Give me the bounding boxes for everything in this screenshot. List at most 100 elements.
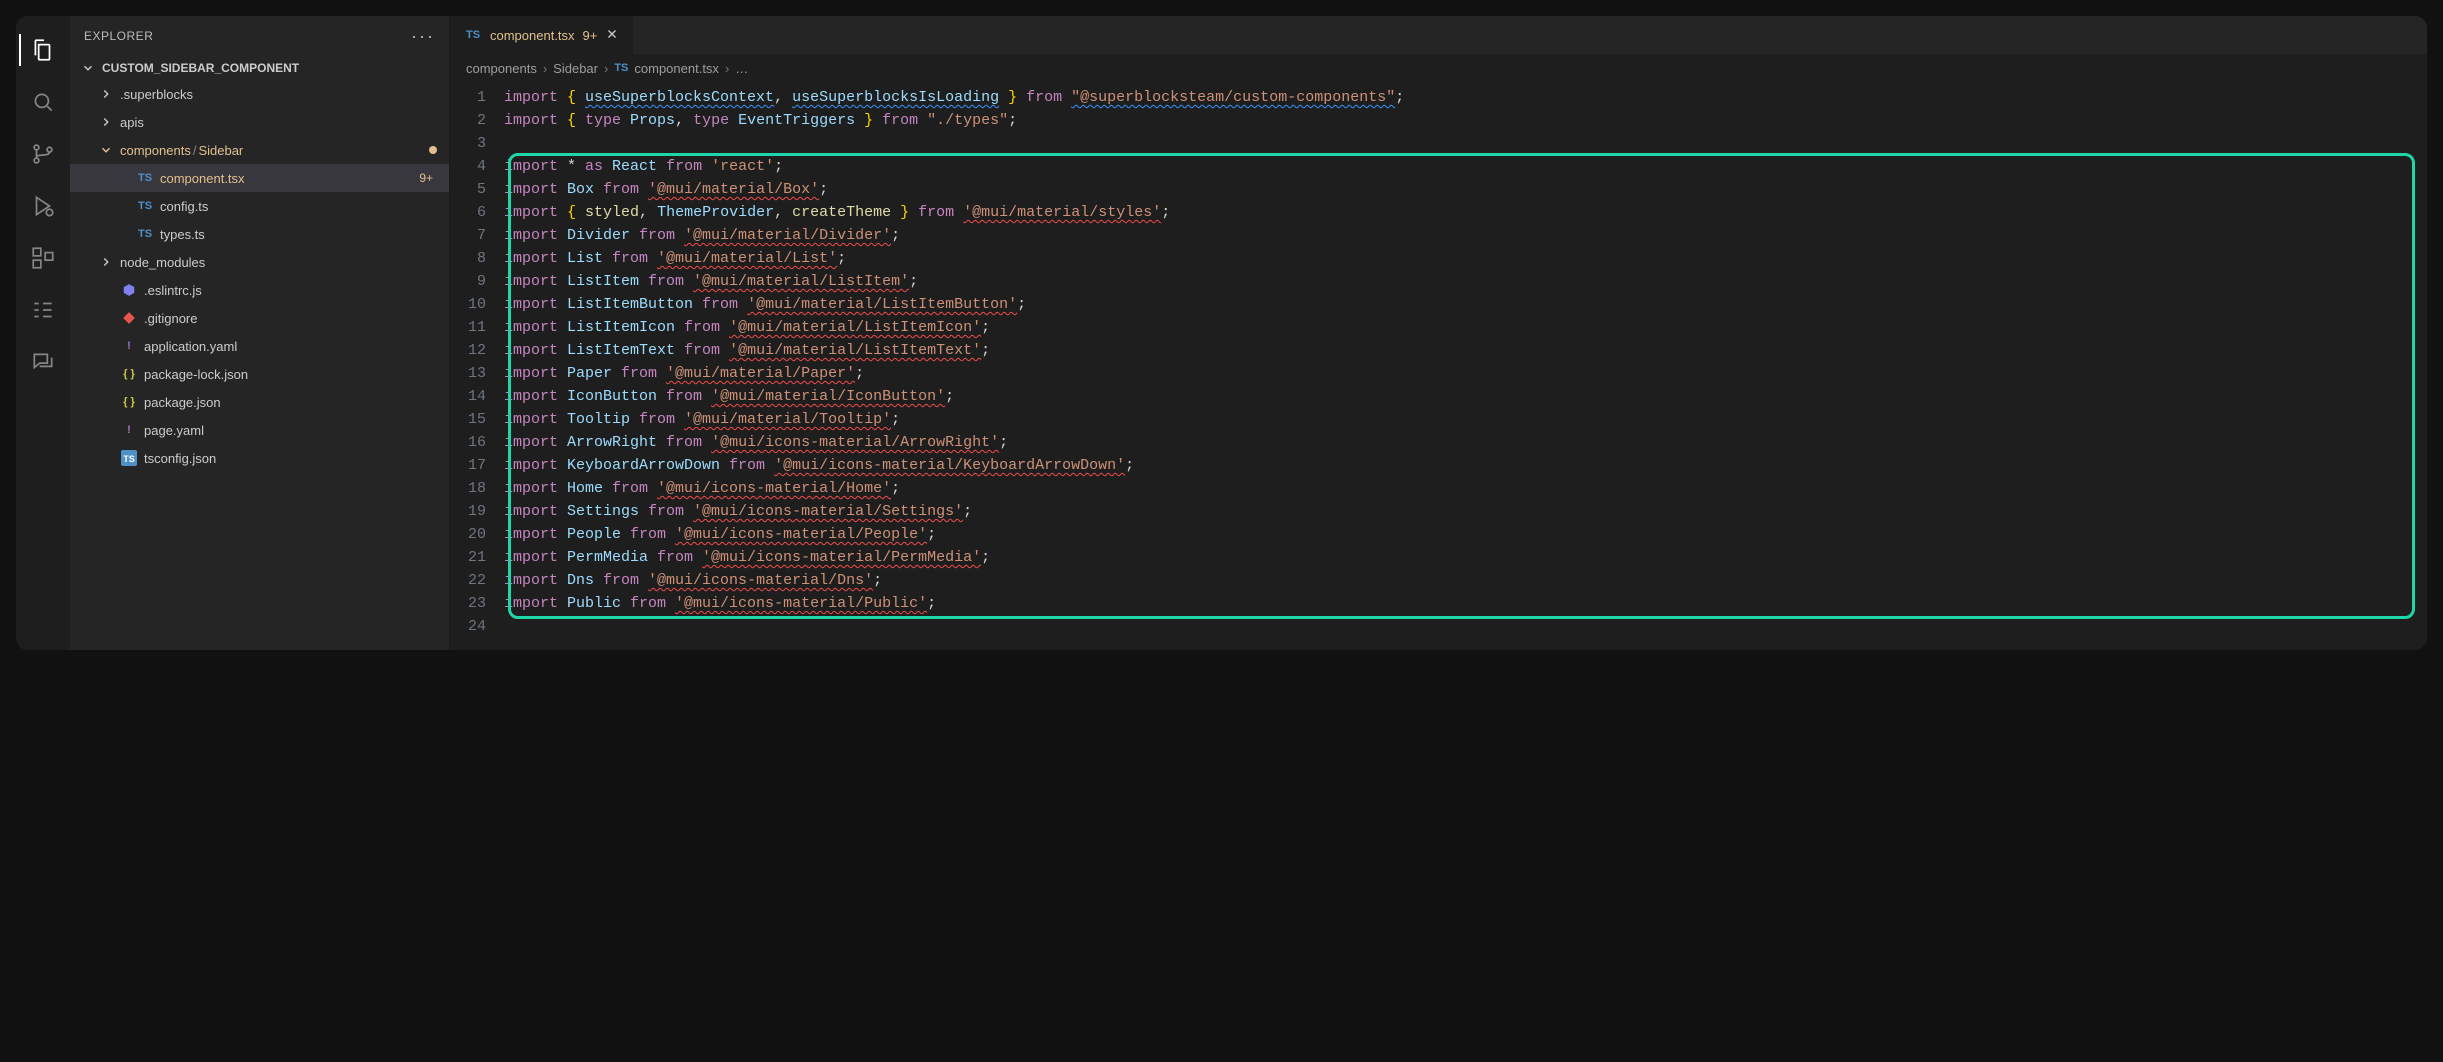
- tree-file[interactable]: !page.yaml: [70, 416, 449, 444]
- line-number: 4: [450, 155, 504, 178]
- line-number: 1: [450, 86, 504, 109]
- line-number: 11: [450, 316, 504, 339]
- code-line[interactable]: 6import { styled, ThemeProvider, createT…: [450, 201, 2415, 224]
- line-number: 19: [450, 500, 504, 523]
- tree-item-label: .gitignore: [144, 311, 437, 326]
- chevron-right-icon: ›: [543, 61, 547, 76]
- activity-bar: [16, 16, 70, 650]
- line-number: 21: [450, 546, 504, 569]
- tree-item-label: types.ts: [160, 227, 437, 242]
- code-editor[interactable]: 1import { useSuperblocksContext, useSupe…: [450, 82, 2427, 650]
- code-line[interactable]: 19import Settings from '@mui/icons-mater…: [450, 500, 2415, 523]
- root-folder-label: CUSTOM_SIDEBAR_COMPONENT: [102, 61, 299, 75]
- tree-folder[interactable]: .superblocks: [70, 80, 449, 108]
- ts-file-icon: TS: [464, 26, 482, 44]
- breadcrumb[interactable]: components › Sidebar › TS component.tsx …: [450, 54, 2427, 82]
- code-line[interactable]: 21import PermMedia from '@mui/icons-mate…: [450, 546, 2415, 569]
- tree-file[interactable]: TScomponent.tsx9+: [70, 164, 449, 192]
- files-icon: [30, 37, 56, 63]
- tree-file[interactable]: .eslintrc.js: [70, 276, 449, 304]
- code-line[interactable]: 24: [450, 615, 2415, 638]
- breadcrumb-item[interactable]: components: [466, 61, 537, 76]
- yaml-file-icon: !: [120, 337, 138, 355]
- tree-folder[interactable]: node_modules: [70, 248, 449, 276]
- tab-badge: 9+: [583, 28, 598, 43]
- tree-file[interactable]: { }package.json: [70, 388, 449, 416]
- code-line[interactable]: 3: [450, 132, 2415, 155]
- line-number: 8: [450, 247, 504, 270]
- branch-icon: [30, 141, 56, 167]
- code-line[interactable]: 10import ListItemButton from '@mui/mater…: [450, 293, 2415, 316]
- modified-dot-icon: [429, 146, 437, 154]
- activity-run-debug[interactable]: [19, 182, 67, 230]
- code-line[interactable]: 1import { useSuperblocksContext, useSupe…: [450, 86, 2415, 109]
- activity-outline[interactable]: [19, 286, 67, 334]
- run-debug-icon: [30, 193, 56, 219]
- line-number: 18: [450, 477, 504, 500]
- line-number: 23: [450, 592, 504, 615]
- chevron-right-icon: ›: [604, 61, 608, 76]
- code-line[interactable]: 16import ArrowRight from '@mui/icons-mat…: [450, 431, 2415, 454]
- chevron-down-icon: [80, 60, 96, 76]
- line-number: 12: [450, 339, 504, 362]
- code-line[interactable]: 11import ListItemIcon from '@mui/materia…: [450, 316, 2415, 339]
- tree-item-label: node_modules: [120, 255, 437, 270]
- tree-folder[interactable]: apis: [70, 108, 449, 136]
- tree-file[interactable]: { }package-lock.json: [70, 360, 449, 388]
- code-line[interactable]: 2import { type Props, type EventTriggers…: [450, 109, 2415, 132]
- code-line[interactable]: 13import Paper from '@mui/material/Paper…: [450, 362, 2415, 385]
- tree-item-label: .superblocks: [120, 87, 437, 102]
- root-folder-row[interactable]: CUSTOM_SIDEBAR_COMPONENT: [70, 56, 449, 80]
- tree-file[interactable]: .gitignore: [70, 304, 449, 332]
- chevron-right-icon: ›: [725, 61, 729, 76]
- activity-explorer[interactable]: [19, 26, 67, 74]
- tree-file[interactable]: !application.yaml: [70, 332, 449, 360]
- code-line[interactable]: 22import Dns from '@mui/icons-material/D…: [450, 569, 2415, 592]
- tree-item-label: config.ts: [160, 199, 437, 214]
- breadcrumb-item[interactable]: Sidebar: [553, 61, 598, 76]
- code-line[interactable]: 20import People from '@mui/icons-materia…: [450, 523, 2415, 546]
- tab-label: component.tsx: [490, 28, 575, 43]
- tree-folder[interactable]: components/Sidebar: [70, 136, 449, 164]
- activity-source-control[interactable]: [19, 130, 67, 178]
- line-number: 16: [450, 431, 504, 454]
- code-line[interactable]: 14import IconButton from '@mui/material/…: [450, 385, 2415, 408]
- editor-area: TS component.tsx 9+ components › Sidebar…: [450, 16, 2427, 650]
- code-line[interactable]: 17import KeyboardArrowDown from '@mui/ic…: [450, 454, 2415, 477]
- explorer-more-button[interactable]: ···: [411, 26, 435, 47]
- code-line[interactable]: 23import Public from '@mui/icons-materia…: [450, 592, 2415, 615]
- code-line[interactable]: 5import Box from '@mui/material/Box';: [450, 178, 2415, 201]
- code-line[interactable]: 18import Home from '@mui/icons-material/…: [450, 477, 2415, 500]
- code-line[interactable]: 15import Tooltip from '@mui/material/Too…: [450, 408, 2415, 431]
- ts-file-icon: TS: [136, 225, 154, 243]
- line-number: 22: [450, 569, 504, 592]
- editor-tabs: TS component.tsx 9+: [450, 16, 2427, 54]
- code-line[interactable]: 12import ListItemText from '@mui/materia…: [450, 339, 2415, 362]
- code-line[interactable]: 8import List from '@mui/material/List';: [450, 247, 2415, 270]
- eslint-file-icon: [120, 281, 138, 299]
- tree-item-label: package.json: [144, 395, 437, 410]
- tab-component-tsx[interactable]: TS component.tsx 9+: [450, 16, 634, 54]
- activity-extensions[interactable]: [19, 234, 67, 282]
- tsconfig-file-icon: TS: [120, 449, 138, 467]
- tree-file[interactable]: TS types.ts: [70, 220, 449, 248]
- breadcrumb-item[interactable]: component.tsx: [634, 61, 719, 76]
- chevron-right-icon: [98, 86, 114, 102]
- line-number: 17: [450, 454, 504, 477]
- line-number: 5: [450, 178, 504, 201]
- code-line[interactable]: 7import Divider from '@mui/material/Divi…: [450, 224, 2415, 247]
- tree-file[interactable]: TS tsconfig.json: [70, 444, 449, 472]
- activity-search[interactable]: [19, 78, 67, 126]
- explorer-sidebar: EXPLORER ··· CUSTOM_SIDEBAR_COMPONENT .s…: [70, 16, 450, 650]
- tree-item-label: tsconfig.json: [144, 451, 437, 466]
- tab-close-button[interactable]: [605, 27, 619, 44]
- line-number: 10: [450, 293, 504, 316]
- explorer-header: EXPLORER ···: [70, 16, 449, 56]
- activity-comments[interactable]: [19, 338, 67, 386]
- code-line[interactable]: 9import ListItem from '@mui/material/Lis…: [450, 270, 2415, 293]
- explorer-title: EXPLORER: [84, 29, 153, 43]
- breadcrumb-item[interactable]: …: [735, 61, 748, 76]
- ts-file-icon: TS: [136, 197, 154, 215]
- tree-file[interactable]: TS config.ts: [70, 192, 449, 220]
- code-line[interactable]: 4import * as React from 'react';: [450, 155, 2415, 178]
